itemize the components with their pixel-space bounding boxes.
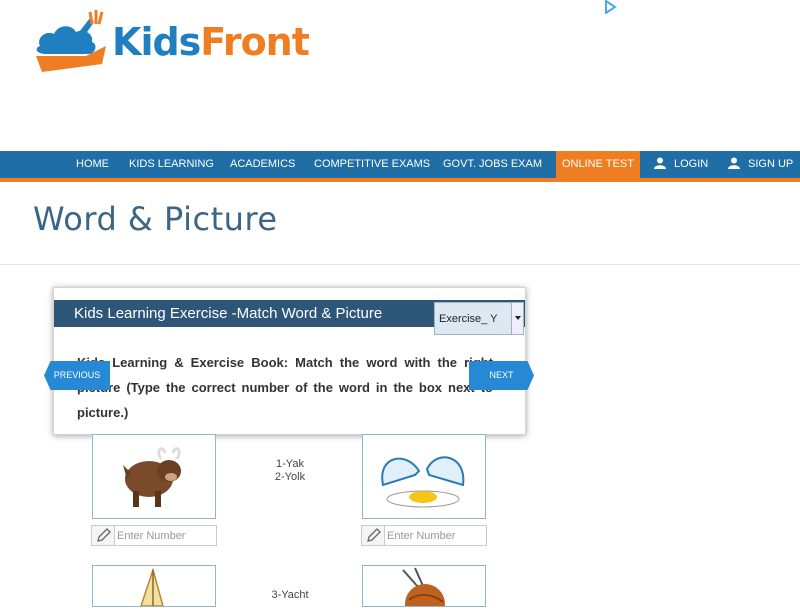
word-list-1: 1-Yak 2-Yolk [250, 458, 330, 484]
nav-academics[interactable]: ACADEMICS [230, 151, 295, 178]
next-button[interactable]: NEXT [469, 361, 534, 390]
adchoices-icon[interactable] [603, 0, 617, 14]
nav-govt-jobs-exam[interactable]: GOVT. JOBS EXAM [443, 151, 542, 178]
previous-button[interactable]: PREVIOUS [44, 361, 110, 390]
nav-sign-up[interactable]: SIGN UP [728, 151, 793, 178]
yacht-image [139, 567, 164, 607]
picture-card-yarn [362, 565, 486, 611]
brand-front: Front [200, 20, 310, 64]
chevron-down-icon[interactable] [511, 303, 523, 334]
exercise-select[interactable]: Exercise_ Y [434, 302, 524, 335]
user-icon [654, 157, 666, 169]
answer-input[interactable] [387, 526, 483, 545]
answer-input[interactable] [117, 526, 213, 545]
picture-card-yolk [362, 434, 486, 519]
word-list-2: 3-Yacht [250, 589, 330, 602]
answer-field [91, 525, 217, 546]
pencil-icon [92, 526, 115, 545]
exercise-panel: Kids Learning Exercise -Match Word & Pic… [53, 287, 526, 435]
picture-card-yacht [92, 565, 216, 607]
main-navbar: HOME KIDS LEARNING ACADEMICS COMPETITIVE… [0, 151, 800, 182]
yak-image [123, 447, 181, 507]
word-item: 1-Yak [276, 458, 304, 470]
picture-card-yak [92, 434, 216, 519]
exercise-select-value: Exercise_ Y [439, 313, 498, 325]
nav-kids-learning[interactable]: KIDS LEARNING [129, 151, 214, 178]
nav-home[interactable]: HOME [76, 151, 109, 178]
nav-competitive-exams[interactable]: COMPETITIVE EXAMS [314, 151, 430, 178]
kidsfront-logo[interactable]: KidsFront [32, 8, 312, 78]
exercise-title: Kids Learning Exercise -Match Word & Pic… [74, 305, 383, 322]
exercise-description: Kids Learning & Exercise Book: Match the… [77, 355, 493, 420]
yarn-image [402, 567, 445, 611]
brand-kids: Kids [112, 20, 201, 64]
nav-sign-up-label: SIGN UP [748, 158, 794, 170]
answer-field [361, 525, 487, 546]
user-icon [728, 157, 740, 169]
word-item: 2-Yolk [274, 471, 306, 483]
nav-login-label: LOGIN [674, 158, 709, 170]
title-divider [0, 264, 800, 265]
nav-online-test[interactable]: ONLINE TEST [556, 151, 640, 178]
page-title: Word & Picture [33, 200, 278, 238]
nav-login[interactable]: LOGIN [654, 151, 708, 178]
pencil-icon [362, 526, 385, 545]
yolk-image [381, 456, 465, 508]
mascot-icon [36, 10, 106, 72]
word-item: 3-Yacht [271, 589, 309, 601]
